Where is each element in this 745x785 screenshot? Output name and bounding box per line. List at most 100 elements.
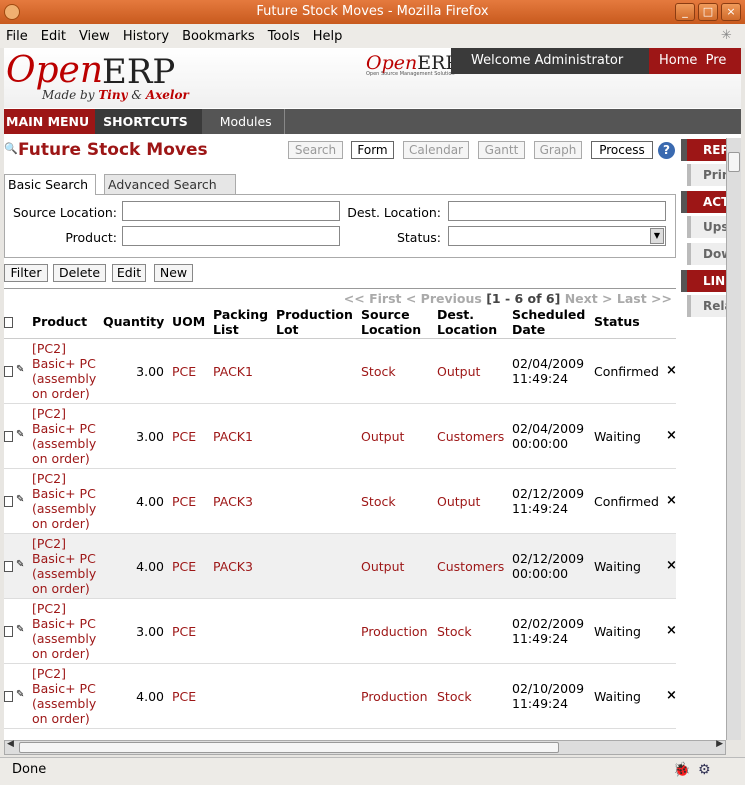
view-process-button[interactable]: Process (591, 141, 653, 159)
cell-source-location[interactable]: Production (361, 624, 428, 639)
menu-file[interactable]: File (6, 29, 28, 44)
row-checkbox[interactable] (4, 496, 13, 507)
cell-source-location[interactable]: Stock (361, 364, 396, 379)
view-graph-button[interactable]: Graph (534, 141, 582, 159)
table-row[interactable]: ✎ [PC2] Basic+ PC (assembly on order) 4.00… (4, 534, 677, 599)
menu-bookmarks[interactable]: Bookmarks (182, 29, 255, 44)
logo-open[interactable]: Open (6, 50, 103, 91)
cell-source-location[interactable]: Output (361, 429, 404, 444)
view-gantt-button[interactable]: Gantt (478, 141, 525, 159)
minimize-button[interactable]: _ (675, 3, 695, 21)
pager-first[interactable]: << First (344, 291, 402, 306)
menu-history[interactable]: History (123, 29, 169, 44)
row-checkbox[interactable] (4, 626, 13, 637)
edit-pencil-icon[interactable]: ✎ (16, 559, 24, 570)
pager-previous[interactable]: < Previous (406, 291, 482, 306)
delete-row-icon[interactable]: × (666, 363, 677, 378)
edit-pencil-icon[interactable]: ✎ (16, 364, 24, 375)
cell-packing-list[interactable]: PACK3 (213, 494, 253, 509)
row-checkbox[interactable] (4, 691, 13, 702)
tab-basic-search[interactable]: Basic Search (4, 174, 96, 195)
view-search-button[interactable]: Search (288, 141, 343, 159)
cell-dest-location[interactable]: Customers (437, 559, 504, 574)
source-location-input[interactable] (122, 201, 340, 221)
cell-product[interactable]: [PC2] Basic+ PC (assembly on order) (32, 536, 102, 596)
modules-tab[interactable]: Modules (208, 109, 285, 134)
main-menu-link[interactable]: MAIN MENU (4, 109, 96, 134)
delete-row-icon[interactable]: × (666, 493, 677, 508)
table-row[interactable]: ✎ [PC2] Basic+ PC (assembly on order) 4.00… (4, 664, 677, 729)
cell-dest-location[interactable]: Output (437, 364, 480, 379)
cell-uom[interactable]: PCE (172, 689, 196, 704)
tab-advanced-search[interactable]: Advanced Search (104, 174, 236, 195)
edit-pencil-icon[interactable]: ✎ (16, 689, 24, 700)
filter-button[interactable]: Filter (4, 264, 48, 282)
col-quantity[interactable]: Quantity (103, 314, 164, 329)
help-icon[interactable]: ? (658, 142, 675, 159)
maximize-button[interactable]: □ (698, 3, 718, 21)
cell-dest-location[interactable]: Stock (437, 624, 472, 639)
table-row[interactable]: ✎ [PC2] Basic+ PC (assembly on order) 3.00… (4, 404, 677, 469)
horizontal-scrollbar[interactable]: ◀ ▶ (4, 739, 726, 755)
col-packing-list[interactable]: Packing List (213, 307, 273, 337)
edit-pencil-icon[interactable]: ✎ (16, 494, 24, 505)
table-row[interactable]: ✎ [PC2] Basic+ PC (assembly on order) 4.00… (4, 469, 677, 534)
horizontal-scroll-thumb[interactable] (19, 742, 559, 753)
row-checkbox[interactable] (4, 431, 13, 442)
view-form-button[interactable]: Form (351, 141, 394, 159)
edit-pencil-icon[interactable]: ✎ (16, 429, 24, 440)
pager-last[interactable]: Last >> (617, 291, 672, 306)
select-all-checkbox[interactable] (4, 317, 13, 328)
cell-uom[interactable]: PCE (172, 429, 196, 444)
col-uom[interactable]: UOM (172, 314, 205, 329)
dropdown-arrow-icon[interactable]: ▼ (650, 228, 664, 244)
cell-product[interactable]: [PC2] Basic+ PC (assembly on order) (32, 601, 102, 661)
row-checkbox[interactable] (4, 561, 13, 572)
cell-source-location[interactable]: Stock (361, 494, 396, 509)
cell-uom[interactable]: PCE (172, 624, 196, 639)
logo-erp[interactable]: ERP (102, 52, 175, 92)
col-product[interactable]: Product (32, 314, 87, 329)
col-scheduled-date[interactable]: Scheduled Date (512, 307, 592, 337)
cell-uom[interactable]: PCE (172, 559, 196, 574)
menu-help[interactable]: Help (313, 29, 343, 44)
vertical-scroll-thumb[interactable] (728, 152, 740, 172)
cell-packing-list[interactable]: PACK3 (213, 559, 253, 574)
table-row[interactable]: ✎ [PC2] Basic+ PC (assembly on order) 3.00… (4, 339, 677, 404)
col-production-lot[interactable]: Production Lot (276, 307, 360, 337)
cell-product[interactable]: [PC2] Basic+ PC (assembly on order) (32, 341, 102, 401)
delete-button[interactable]: Delete (53, 264, 106, 282)
cell-product[interactable]: [PC2] Basic+ PC (assembly on order) (32, 471, 102, 531)
cell-dest-location[interactable]: Stock (437, 689, 472, 704)
col-source-location[interactable]: Source Location (361, 307, 433, 337)
close-button[interactable]: × (721, 3, 741, 21)
scroll-left-icon[interactable]: ◀ (7, 739, 14, 749)
delete-row-icon[interactable]: × (666, 558, 677, 573)
table-row[interactable]: ✎ [PC2] Basic+ PC (assembly on order) 3.00… (4, 599, 677, 664)
cell-packing-list[interactable]: PACK1 (213, 429, 253, 444)
preferences-link[interactable]: Pre (706, 53, 727, 68)
vertical-scrollbar[interactable] (726, 138, 741, 740)
menu-edit[interactable]: Edit (41, 29, 66, 44)
col-status[interactable]: Status (594, 314, 640, 329)
menu-view[interactable]: View (79, 29, 110, 44)
cell-uom[interactable]: PCE (172, 494, 196, 509)
cell-source-location[interactable]: Production (361, 689, 428, 704)
new-button[interactable]: New (154, 264, 193, 282)
cell-source-location[interactable]: Output (361, 559, 404, 574)
status-select[interactable]: ▼ (448, 226, 666, 246)
dest-location-input[interactable] (448, 201, 666, 221)
menu-tools[interactable]: Tools (268, 29, 300, 44)
addon-icon[interactable]: ⚙ (698, 762, 711, 778)
cell-product[interactable]: [PC2] Basic+ PC (assembly on order) (32, 406, 102, 466)
cell-dest-location[interactable]: Customers (437, 429, 504, 444)
cell-uom[interactable]: PCE (172, 364, 196, 379)
edit-button[interactable]: Edit (112, 264, 146, 282)
scroll-right-icon[interactable]: ▶ (716, 739, 723, 749)
col-dest-location[interactable]: Dest. Location (437, 307, 509, 337)
cell-product[interactable]: [PC2] Basic+ PC (assembly on order) (32, 666, 102, 726)
bug-icon[interactable]: 🐞 (673, 762, 690, 778)
pager-next[interactable]: Next > (565, 291, 613, 306)
edit-pencil-icon[interactable]: ✎ (16, 624, 24, 635)
delete-row-icon[interactable]: × (666, 688, 677, 703)
